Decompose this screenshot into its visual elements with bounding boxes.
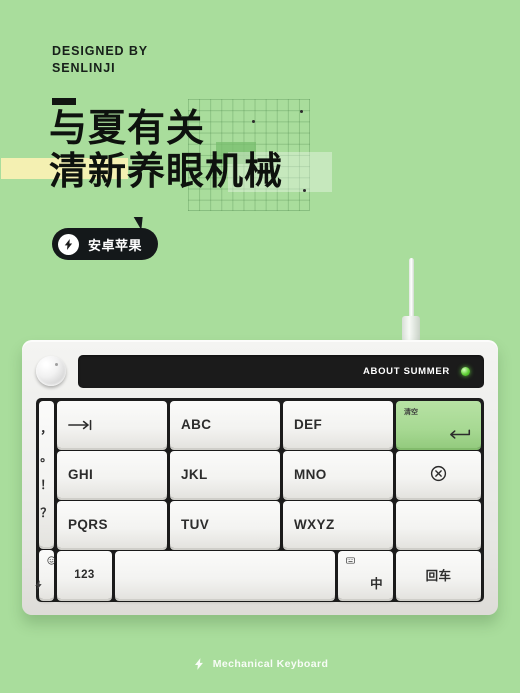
platform-badge[interactable]: 安卓苹果	[52, 228, 159, 260]
hero-section: DESIGNED BY SENLINJI 与夏有关 清新养眼机械 安卓苹果	[0, 0, 520, 340]
key-abc[interactable]: ABC	[170, 401, 280, 448]
display-screen: ABOUT SUMMER	[78, 354, 484, 388]
headline-line-2: 清新养眼机械	[49, 149, 284, 194]
key-clear-label: 清空	[404, 409, 418, 416]
footer-brand-label: Mechanical Keyboard	[212, 658, 329, 670]
key-punct-comma: ，	[40, 421, 53, 436]
key-row-1: ABC DEF 清空	[57, 401, 481, 448]
key-punct-period: 。	[40, 449, 53, 464]
enter-arrow-icon	[447, 428, 471, 441]
key-emoji-shortcut[interactable]	[35, 550, 56, 599]
key-wxyz[interactable]: WXYZ	[283, 501, 393, 548]
key-punctuation[interactable]: ， 。 ！ ？	[39, 401, 54, 547]
keyboard-device: ABOUT SUMMER ， 。 ！ ？ ABC DEF 清空 GHI JKL …	[22, 340, 498, 615]
key-plate: ， 。 ！ ？ ABC DEF 清空 GHI JKL MNO PQRS TUV …	[35, 398, 484, 602]
rotary-knob[interactable]	[36, 356, 66, 386]
key-enter[interactable]: 回车	[396, 551, 481, 599]
keys-main-block: ABC DEF 清空 GHI JKL MNO PQRS TUV WXYZ 123…	[57, 401, 481, 599]
key-ghi[interactable]: GHI	[57, 451, 167, 498]
key-mno[interactable]: MNO	[283, 451, 393, 498]
display-screen-label: ABOUT SUMMER	[362, 365, 450, 377]
circle-x-delete-icon	[430, 465, 447, 485]
key-jkl[interactable]: JKL	[170, 451, 280, 498]
key-punct-exclaim: ！	[40, 478, 53, 493]
key-tuv[interactable]: TUV	[170, 501, 280, 548]
smiley-face-icon	[47, 556, 56, 567]
designed-by-credit: DESIGNED BY SENLINJI	[52, 44, 149, 75]
usb-cable-plug	[402, 316, 420, 342]
keys-column-left: ， 。 ！ ？	[35, 401, 56, 599]
key-def[interactable]: DEF	[283, 401, 393, 448]
key-punct-question: ？	[40, 506, 53, 521]
decorative-dot	[303, 189, 306, 192]
decorative-dot	[300, 110, 303, 113]
key-punctuation-stack: ， 。 ！ ？	[39, 401, 54, 547]
platform-badge-label: 安卓苹果	[88, 238, 143, 254]
key-delete[interactable]	[396, 451, 481, 498]
footer-brand: Mechanical Keyboard	[0, 657, 520, 671]
key-language-toggle[interactable]: 中	[338, 551, 393, 599]
page-title: 与夏有关 清新养眼机械	[49, 106, 284, 194]
status-led-indicator	[461, 366, 470, 376]
key-row-4: 123 中 回车	[57, 551, 481, 599]
lightning-bolt-icon	[58, 233, 79, 255]
key-numeric-mode[interactable]: 123	[57, 551, 112, 599]
key-language-label: 中	[370, 576, 383, 591]
key-pqrs[interactable]: PQRS	[57, 501, 167, 548]
headline-rule	[52, 98, 76, 105]
tab-arrow-icon	[68, 419, 167, 431]
lightning-bolt-icon	[192, 657, 206, 671]
key-row-3: PQRS TUV WXYZ	[57, 501, 481, 548]
key-space[interactable]	[115, 551, 335, 599]
key-clear[interactable]: 清空	[396, 401, 481, 448]
lightning-bolt-icon	[33, 578, 44, 592]
key-blank-upper-enter[interactable]	[396, 501, 481, 548]
headline-line-1: 与夏有关	[49, 106, 206, 150]
key-tab[interactable]	[57, 401, 167, 448]
keyboard-layout-icon	[346, 557, 355, 566]
keyboard-top-bar: ABOUT SUMMER	[36, 352, 484, 390]
key-row-2: GHI JKL MNO	[57, 451, 481, 498]
